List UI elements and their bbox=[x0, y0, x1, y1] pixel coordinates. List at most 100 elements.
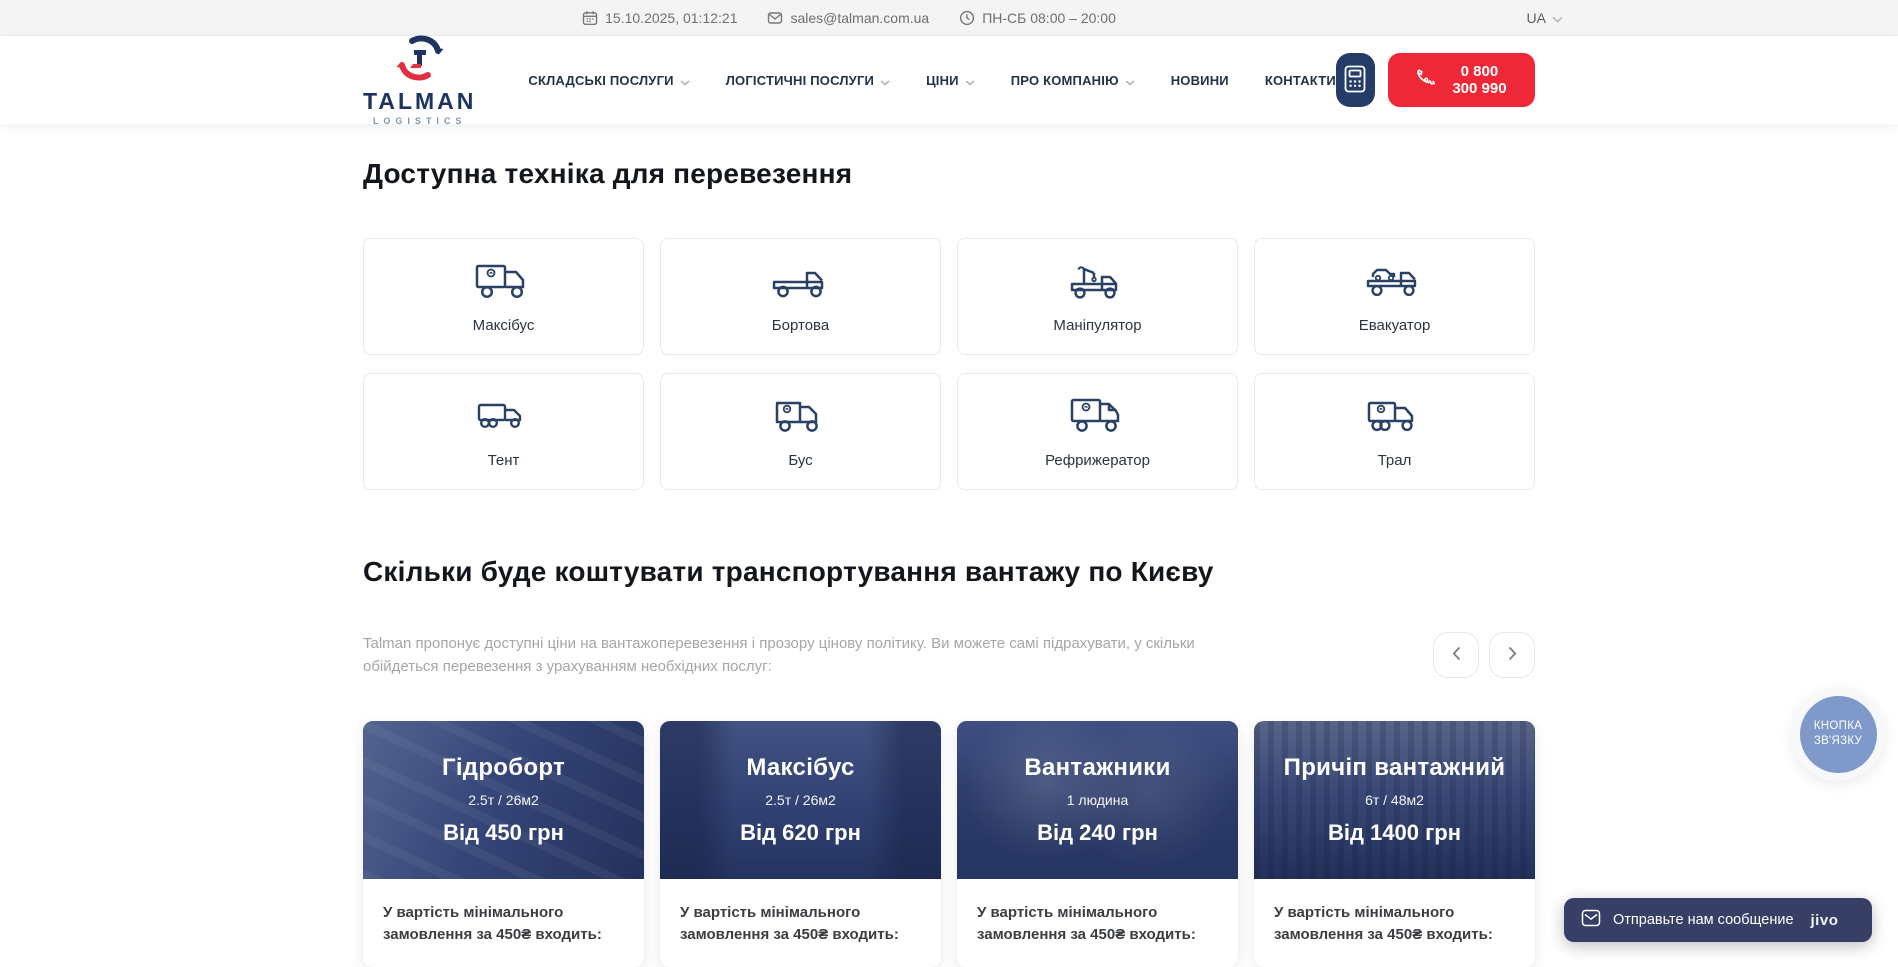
chevron-down-icon bbox=[880, 74, 890, 89]
vehicles-section: Доступна техніка для перевезення Максібу… bbox=[363, 158, 1535, 490]
price-card-cargo-trailer[interactable]: Причіп вантажний 6т / 48м2 Від 1400 грн … bbox=[1254, 721, 1535, 967]
hours-text: ПН-СБ 08:00 – 20:00 bbox=[982, 10, 1116, 26]
price-card-photo: Причіп вантажний 6т / 48м2 Від 1400 грн bbox=[1254, 721, 1535, 879]
van-icon bbox=[770, 394, 832, 438]
tow-truck-icon bbox=[1364, 259, 1426, 303]
price-card-price: Від 240 грн bbox=[1037, 820, 1158, 846]
vehicle-label: Маніпулятор bbox=[1053, 317, 1141, 334]
ukraine-flag-icon bbox=[1501, 11, 1521, 25]
contact-fab-button[interactable]: КНОПКА ЗВ'ЯЗКУ bbox=[1791, 687, 1885, 781]
price-card-photo: Максібус 2.5т / 26м2 Від 620 грн bbox=[660, 721, 941, 879]
price-card-title: Максібус bbox=[746, 754, 854, 782]
language-selector[interactable]: UA bbox=[1501, 0, 1563, 36]
phone-number: 0 800 300 990 bbox=[1450, 63, 1509, 97]
chevron-right-icon bbox=[1508, 646, 1517, 664]
phone-icon bbox=[1414, 66, 1438, 94]
vehicle-label: Евакуатор bbox=[1359, 317, 1431, 334]
calculator-button[interactable] bbox=[1336, 53, 1375, 107]
nav-item-warehouse-services[interactable]: СКЛАДСЬКІ ПОСЛУГИ bbox=[528, 72, 689, 89]
price-card-spec: 1 людина bbox=[1067, 792, 1129, 808]
price-card-note: У вартість мінімального замовлення за 45… bbox=[957, 879, 1238, 967]
pricing-description: Talman пропонує доступні ціни на вантажо… bbox=[363, 632, 1273, 679]
phone-button[interactable]: 0 800 300 990 bbox=[1388, 53, 1535, 107]
chat-message: Отправьте нам сообщение bbox=[1613, 912, 1794, 928]
logo-tagline: LOGISTICS bbox=[373, 116, 467, 126]
nav-item-prices[interactable]: ЦІНИ bbox=[926, 72, 975, 89]
price-card-spec: 2.5т / 26м2 bbox=[468, 792, 539, 808]
datetime: 15.10.2025, 01:12:21 bbox=[582, 10, 737, 26]
topbar-info-group: 15.10.2025, 01:12:21 sales@talman.com.ua… bbox=[582, 10, 1116, 26]
price-card-maxibus[interactable]: Максібус 2.5т / 26м2 Від 620 грн У варті… bbox=[660, 721, 941, 967]
talman-logo[interactable]: TALMAN LOGISTICS bbox=[363, 34, 476, 126]
chevron-down-icon bbox=[965, 74, 975, 89]
carousel-prev-button[interactable] bbox=[1433, 632, 1479, 678]
price-card-note: У вартість мінімального замовлення за 45… bbox=[363, 879, 644, 967]
vehicle-card-bus[interactable]: Бус bbox=[660, 373, 941, 490]
vehicle-card-manipulator[interactable]: Маніпулятор bbox=[957, 238, 1238, 355]
chevron-down-icon bbox=[1552, 10, 1563, 26]
box-truck-icon bbox=[473, 259, 535, 303]
vehicle-card-refrigerator[interactable]: Рефрижератор bbox=[957, 373, 1238, 490]
vehicle-card-tent[interactable]: Тент bbox=[363, 373, 644, 490]
jivo-chat-widget[interactable]: Отправьте нам сообщение jivo bbox=[1564, 898, 1872, 942]
price-card-hydroboard[interactable]: Гідроборт 2.5т / 26м2 Від 450 грн У варт… bbox=[363, 721, 644, 967]
carousel-next-button[interactable] bbox=[1489, 632, 1535, 678]
vehicle-label: Бус bbox=[788, 452, 812, 469]
nav-label: СКЛАДСЬКІ ПОСЛУГИ bbox=[528, 73, 673, 88]
envelope-icon bbox=[1580, 907, 1602, 934]
nav-item-contacts[interactable]: КОНТАКТИ bbox=[1265, 73, 1336, 88]
nav-label: ЦІНИ bbox=[926, 73, 959, 88]
price-card-price: Від 1400 грн bbox=[1328, 820, 1461, 846]
pricing-section: Скільки буде коштувати транспортування в… bbox=[363, 556, 1535, 967]
vehicles-grid: Максібус Бортова Маніпулятор bbox=[363, 238, 1535, 490]
vehicle-card-flatbed[interactable]: Бортова bbox=[660, 238, 941, 355]
calculator-icon bbox=[1342, 64, 1368, 97]
email-text: sales@talman.com.ua bbox=[790, 10, 929, 26]
topbar: 15.10.2025, 01:12:21 sales@talman.com.ua… bbox=[0, 0, 1898, 36]
price-card-photo: Вантажники 1 людина Від 240 грн bbox=[957, 721, 1238, 879]
crane-truck-icon bbox=[1067, 259, 1129, 303]
chevron-down-icon bbox=[1125, 74, 1135, 89]
nav-item-about[interactable]: ПРО КОМПАНІЮ bbox=[1011, 72, 1135, 89]
logo-wordmark: TALMAN bbox=[363, 90, 476, 113]
flatbed-truck-icon bbox=[770, 259, 832, 303]
pricing-title: Скільки буде коштувати транспортування в… bbox=[363, 556, 1535, 588]
price-card-title: Гідроборт bbox=[442, 754, 565, 782]
envelope-icon bbox=[767, 10, 783, 26]
email-link[interactable]: sales@talman.com.ua bbox=[767, 10, 929, 26]
price-card-note: У вартість мінімального замовлення за 45… bbox=[1254, 879, 1535, 967]
logo-emblem-icon bbox=[394, 34, 446, 87]
vehicles-title: Доступна техніка для перевезення bbox=[363, 158, 1535, 190]
price-card-title: Вантажники bbox=[1024, 754, 1170, 782]
header-actions: 0 800 300 990 bbox=[1336, 53, 1535, 107]
calendar-icon bbox=[582, 10, 598, 26]
jivo-logo: jivo bbox=[1811, 912, 1839, 929]
nav-label: КОНТАКТИ bbox=[1265, 73, 1336, 88]
price-card-spec: 2.5т / 26м2 bbox=[765, 792, 836, 808]
tent-truck-icon bbox=[473, 394, 535, 438]
vehicle-label: Трал bbox=[1378, 452, 1412, 469]
language-label: UA bbox=[1527, 10, 1546, 26]
nav-label: НОВИНИ bbox=[1171, 73, 1229, 88]
trawl-truck-icon bbox=[1364, 394, 1426, 438]
vehicle-card-trawl[interactable]: Трал bbox=[1254, 373, 1535, 490]
nav-item-logistics-services[interactable]: ЛОГІСТИЧНІ ПОСЛУГИ bbox=[726, 72, 890, 89]
nav-item-news[interactable]: НОВИНИ bbox=[1171, 73, 1229, 88]
vehicle-card-evacuator[interactable]: Евакуатор bbox=[1254, 238, 1535, 355]
site-header: TALMAN LOGISTICS СКЛАДСЬКІ ПОСЛУГИ ЛОГІС… bbox=[0, 36, 1898, 124]
price-cards-carousel: Гідроборт 2.5т / 26м2 Від 450 грн У варт… bbox=[363, 721, 1535, 967]
nav-label: ПРО КОМПАНІЮ bbox=[1011, 73, 1119, 88]
carousel-controls bbox=[1433, 632, 1535, 678]
datetime-text: 15.10.2025, 01:12:21 bbox=[605, 10, 737, 26]
vehicle-card-maxibus[interactable]: Максібус bbox=[363, 238, 644, 355]
main-nav: СКЛАДСЬКІ ПОСЛУГИ ЛОГІСТИЧНІ ПОСЛУГИ ЦІН… bbox=[528, 72, 1336, 89]
price-card-spec: 6т / 48м2 bbox=[1365, 792, 1424, 808]
vehicle-label: Бортова bbox=[772, 317, 829, 334]
working-hours: ПН-СБ 08:00 – 20:00 bbox=[959, 10, 1116, 26]
price-card-title: Причіп вантажний bbox=[1284, 754, 1506, 782]
price-card-price: Від 620 грн bbox=[740, 820, 861, 846]
refrigerator-truck-icon bbox=[1067, 394, 1129, 438]
vehicle-label: Тент bbox=[488, 452, 520, 469]
price-card-loaders[interactable]: Вантажники 1 людина Від 240 грн У вартіс… bbox=[957, 721, 1238, 967]
vehicle-label: Рефрижератор bbox=[1045, 452, 1150, 469]
